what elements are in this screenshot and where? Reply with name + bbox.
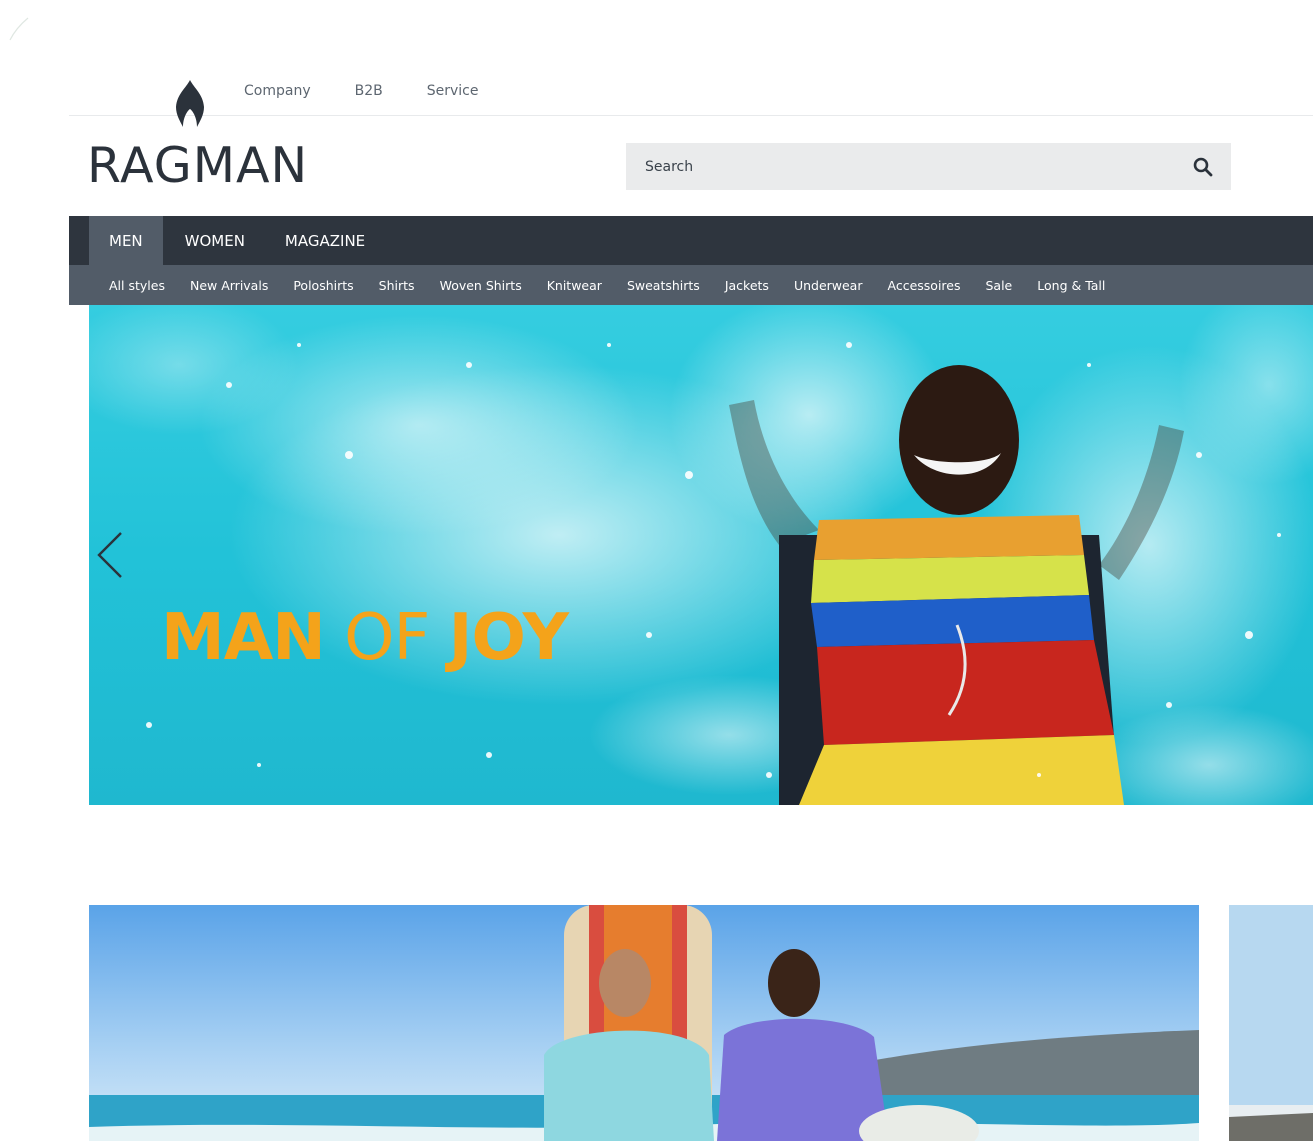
category-sweatshirts[interactable]: Sweatshirts [627,278,700,293]
top-link-service[interactable]: Service [427,83,479,99]
category-accessoires[interactable]: Accessoires [888,278,961,293]
hero-headline-joy: JOY [448,601,569,675]
corner-mark [9,17,29,41]
top-link-company[interactable]: Company [244,83,311,99]
category-long-tall[interactable]: Long & Tall [1037,278,1105,293]
top-link-b2b[interactable]: B2B [355,83,383,99]
category-knitwear[interactable]: Knitwear [547,278,602,293]
category-underwear[interactable]: Underwear [794,278,863,293]
promo-image-side [1229,905,1313,1141]
main-nav-women[interactable]: WOMEN [163,216,265,265]
hero-headline-of: OF [344,601,430,675]
search-button[interactable] [1175,143,1231,190]
category-all-styles[interactable]: All styles [109,278,165,293]
main-nav-men[interactable]: MEN [89,216,163,265]
category-shirts[interactable]: Shirts [379,278,415,293]
category-poloshirts[interactable]: Poloshirts [293,278,353,293]
hero-banner[interactable]: MAN OF JOY [89,305,1313,805]
search-bar [626,143,1231,190]
category-nav: All styles New Arrivals Poloshirts Shirt… [69,265,1313,305]
category-sale[interactable]: Sale [985,278,1012,293]
category-new-arrivals[interactable]: New Arrivals [190,278,268,293]
category-woven-shirts[interactable]: Woven Shirts [440,278,522,293]
hero-headline-man: MAN [161,601,326,675]
magnifier-icon [1193,157,1213,176]
promo-tile-side[interactable] [1229,905,1313,1141]
promo-tile-beach[interactable] [89,905,1199,1141]
logo-wordmark[interactable]: RAGMAN [87,138,308,194]
main-nav-magazine[interactable]: MAGAZINE [265,216,385,265]
promo-image-beach [89,905,1199,1141]
top-divider [69,115,1313,116]
flame-icon[interactable] [174,80,206,128]
main-nav: MEN WOMEN MAGAZINE [69,216,1313,265]
search-input[interactable] [626,143,1175,190]
chevron-left-icon[interactable] [95,531,127,579]
category-jackets[interactable]: Jackets [725,278,769,293]
hero-image [89,305,1313,805]
top-links: Company B2B Service [244,83,478,99]
hero-headline: MAN OF JOY [161,601,569,675]
